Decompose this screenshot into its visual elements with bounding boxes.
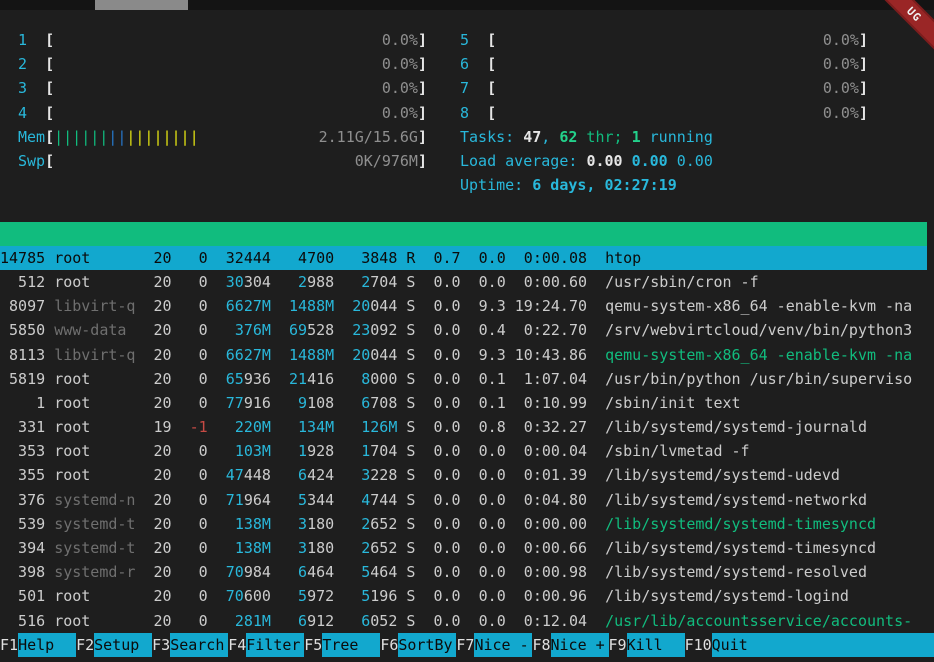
fkey-label-f4[interactable]: F4 bbox=[228, 633, 246, 657]
cpu-meter-1: 1[0.0%] bbox=[18, 28, 427, 52]
htop-terminal: 1[0.0%]2[0.0%]3[0.0%]4[0.0%]Mem[||||||||… bbox=[0, 10, 934, 662]
process-row-8113[interactable]: 8113 libvirt-q 20 0 6627M 1488M 20044 S … bbox=[0, 343, 927, 367]
swp-meter: Swp[0K/976M] bbox=[18, 149, 427, 173]
fkey-action-filter[interactable]: Filter bbox=[246, 633, 304, 657]
fkey-label-f2[interactable]: F2 bbox=[76, 633, 94, 657]
process-row-353[interactable]: 353 root 20 0 103M 1928 1704 S 0.0 0.0 0… bbox=[0, 439, 927, 463]
fkey-action-quit[interactable]: Quit bbox=[712, 633, 934, 657]
meter-inner: 0.0% bbox=[496, 101, 859, 125]
fkey-label-f9[interactable]: F9 bbox=[609, 633, 627, 657]
process-row-5819[interactable]: 5819 root 20 0 65936 21416 8000 S 0.0 0.… bbox=[0, 367, 927, 391]
fkey-action-help[interactable]: Help bbox=[18, 633, 76, 657]
load-average-line: Load average: 0.00 0.00 0.00 bbox=[460, 149, 934, 173]
cpu-meter-7: 7[0.0%] bbox=[460, 76, 868, 100]
fkey-label-f10[interactable]: F10 bbox=[685, 633, 712, 657]
process-row-398[interactable]: 398 systemd-r 20 0 70984 6464 5464 S 0.0… bbox=[0, 560, 927, 584]
cpu-meter-2: 2[0.0%] bbox=[18, 52, 427, 76]
uptime-line: Uptime: 6 days, 02:27:19 bbox=[460, 173, 934, 197]
fkey-label-f6[interactable]: F6 bbox=[380, 633, 398, 657]
process-row-331[interactable]: 331 root 19 -1 220M 134M 126M S 0.0 0.8 … bbox=[0, 415, 927, 439]
fkey-action-search[interactable]: Search bbox=[170, 633, 228, 657]
fkey-label-f1[interactable]: F1 bbox=[0, 633, 18, 657]
fkey-label-f3[interactable]: F3 bbox=[152, 633, 170, 657]
meter-inner: 0.0% bbox=[496, 52, 859, 76]
process-row-1[interactable]: 1 root 20 0 77916 9108 6708 S 0.0 0.1 0:… bbox=[0, 391, 927, 415]
process-row-14785[interactable]: 14785 root 20 0 32444 4700 3848 R 0.7 0.… bbox=[0, 246, 927, 270]
meter-bars: |||||||||||||||| bbox=[54, 125, 199, 149]
cpu-meter-8: 8[0.0%] bbox=[460, 101, 868, 125]
meter-inner: 0.0% bbox=[54, 76, 418, 100]
fkey-action-tree[interactable]: Tree bbox=[322, 633, 380, 657]
mem-meter: Mem[||||||||||||||||2.11G/15.6G] bbox=[18, 125, 427, 149]
meter-inner: 0K/976M bbox=[54, 149, 418, 173]
process-row-539[interactable]: 539 systemd-t 20 0 138M 3180 2652 S 0.0 … bbox=[0, 512, 927, 536]
cpu-meters-right: 5[0.0%]6[0.0%]7[0.0%]8[0.0%] bbox=[460, 28, 868, 125]
cpu-meter-5: 5[0.0%] bbox=[460, 28, 868, 52]
process-row-394[interactable]: 394 systemd-t 20 0 138M 3180 2652 S 0.0 … bbox=[0, 536, 927, 560]
tasks-line: Tasks: 47, 62 thr; 1 running bbox=[460, 125, 934, 149]
meter-inner: 0.0% bbox=[54, 52, 418, 76]
process-row-8097[interactable]: 8097 libvirt-q 20 0 6627M 1488M 20044 S … bbox=[0, 294, 927, 318]
fkey-label-f5[interactable]: F5 bbox=[304, 633, 322, 657]
function-key-bar: F1Help F2Setup F3SearchF4FilterF5Tree F6… bbox=[0, 633, 934, 657]
process-row-512[interactable]: 512 root 20 0 30304 2988 2704 S 0.0 0.0 … bbox=[0, 270, 927, 294]
cpu-meters-left: 1[0.0%]2[0.0%]3[0.0%]4[0.0%]Mem[||||||||… bbox=[18, 28, 427, 173]
process-row-376[interactable]: 376 systemd-n 20 0 71964 5344 4744 S 0.0… bbox=[0, 488, 927, 512]
process-table: PID USER PRI NI VIRT RES SHR S CPU% MEM%… bbox=[0, 222, 934, 633]
process-row-516[interactable]: 516 root 20 0 281M 6912 6052 S 0.0 0.0 0… bbox=[0, 609, 927, 633]
cpu-meter-6: 6[0.0%] bbox=[460, 52, 868, 76]
meter-inner: 0.0% bbox=[496, 76, 859, 100]
cpu-meter-4: 4[0.0%] bbox=[18, 101, 427, 125]
meter-inner: 0.0% bbox=[54, 101, 418, 125]
cpu-meter-3: 3[0.0%] bbox=[18, 76, 427, 100]
fkey-label-f7[interactable]: F7 bbox=[456, 633, 474, 657]
fkey-action-nice-[interactable]: Nice - bbox=[474, 633, 532, 657]
fkey-action-nice-[interactable]: Nice + bbox=[551, 633, 609, 657]
fkey-action-sortby[interactable]: SortBy bbox=[398, 633, 456, 657]
meter-inner: ||||||||||||||||2.11G/15.6G bbox=[54, 125, 418, 149]
meter-inner: 0.0% bbox=[496, 28, 859, 52]
process-row-355[interactable]: 355 root 20 0 47448 6424 3228 S 0.0 0.0 … bbox=[0, 463, 927, 487]
htop-screen: { "palette": { "bg": "#1e1e1e", "chrome"… bbox=[0, 0, 934, 662]
stats-block: Tasks: 47, 62 thr; 1 runningLoad average… bbox=[460, 125, 934, 198]
table-header-row[interactable]: PID USER PRI NI VIRT RES SHR S CPU% MEM%… bbox=[0, 222, 927, 246]
window-chrome bbox=[0, 0, 934, 10]
fkey-label-f8[interactable]: F8 bbox=[532, 633, 550, 657]
meter-inner: 0.0% bbox=[54, 28, 418, 52]
fkey-action-kill[interactable]: Kill bbox=[627, 633, 685, 657]
process-row-5850[interactable]: 5850 www-data 20 0 376M 69528 23092 S 0.… bbox=[0, 318, 927, 342]
process-rows: 14785 root 20 0 32444 4700 3848 R 0.7 0.… bbox=[0, 246, 934, 633]
process-row-501[interactable]: 501 root 20 0 70600 5972 5196 S 0.0 0.0 … bbox=[0, 584, 927, 608]
fkey-action-setup[interactable]: Setup bbox=[94, 633, 152, 657]
window-chrome-tab bbox=[95, 0, 188, 10]
